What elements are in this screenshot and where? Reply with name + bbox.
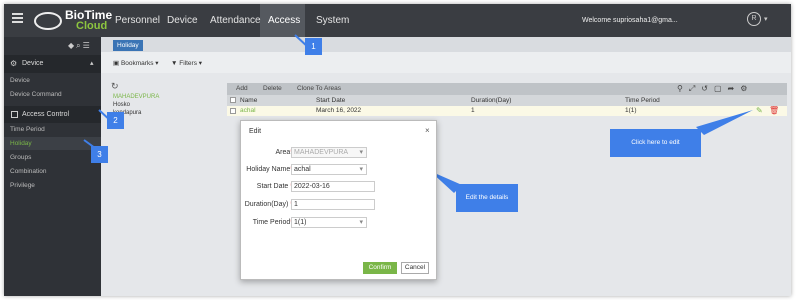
callout-arrow	[696, 110, 753, 135]
area-select[interactable]: MAHADEVPURA	[291, 147, 367, 158]
dialog-title: Edit	[249, 128, 262, 135]
step-badge-3: 3	[91, 146, 108, 163]
field-label-text: Time Period	[252, 219, 291, 226]
close-icon[interactable]: ×	[425, 126, 430, 135]
time-period-select[interactable]: 1(1)	[291, 217, 367, 228]
step-badge-1: 1	[305, 38, 322, 55]
field-label-text: Area	[275, 149, 291, 156]
field-label-start-date: Start Date *	[193, 183, 293, 190]
field-label-time-period: Time Period*	[193, 219, 293, 226]
step-badge-2: 2	[107, 112, 124, 129]
duration-input[interactable]: 1	[291, 199, 375, 210]
edit-hint-callout: Click here to edit	[610, 129, 701, 157]
field-label-duration: Duration(Day) *	[193, 201, 293, 208]
cancel-button[interactable]: Cancel	[401, 262, 429, 274]
holiday-name-select[interactable]: achal	[291, 164, 367, 175]
field-label-text: Holiday Name	[246, 166, 291, 173]
confirm-button[interactable]: Confirm	[363, 262, 397, 274]
field-label-holiday-name: Holiday Name*	[193, 166, 293, 173]
app-window: BioTime Cloud Personnel Device Attendanc…	[4, 4, 791, 296]
details-hint-callout: Edit the details	[456, 184, 518, 212]
edit-dialog: Edit × Area* MAHADEVPURA Holiday Name* a…	[240, 120, 437, 280]
start-date-input[interactable]: 2022-03-16	[291, 181, 375, 192]
field-label-text: Start Date	[256, 183, 289, 190]
field-label-text: Duration(Day)	[244, 201, 289, 208]
field-label-area: Area*	[193, 149, 293, 156]
